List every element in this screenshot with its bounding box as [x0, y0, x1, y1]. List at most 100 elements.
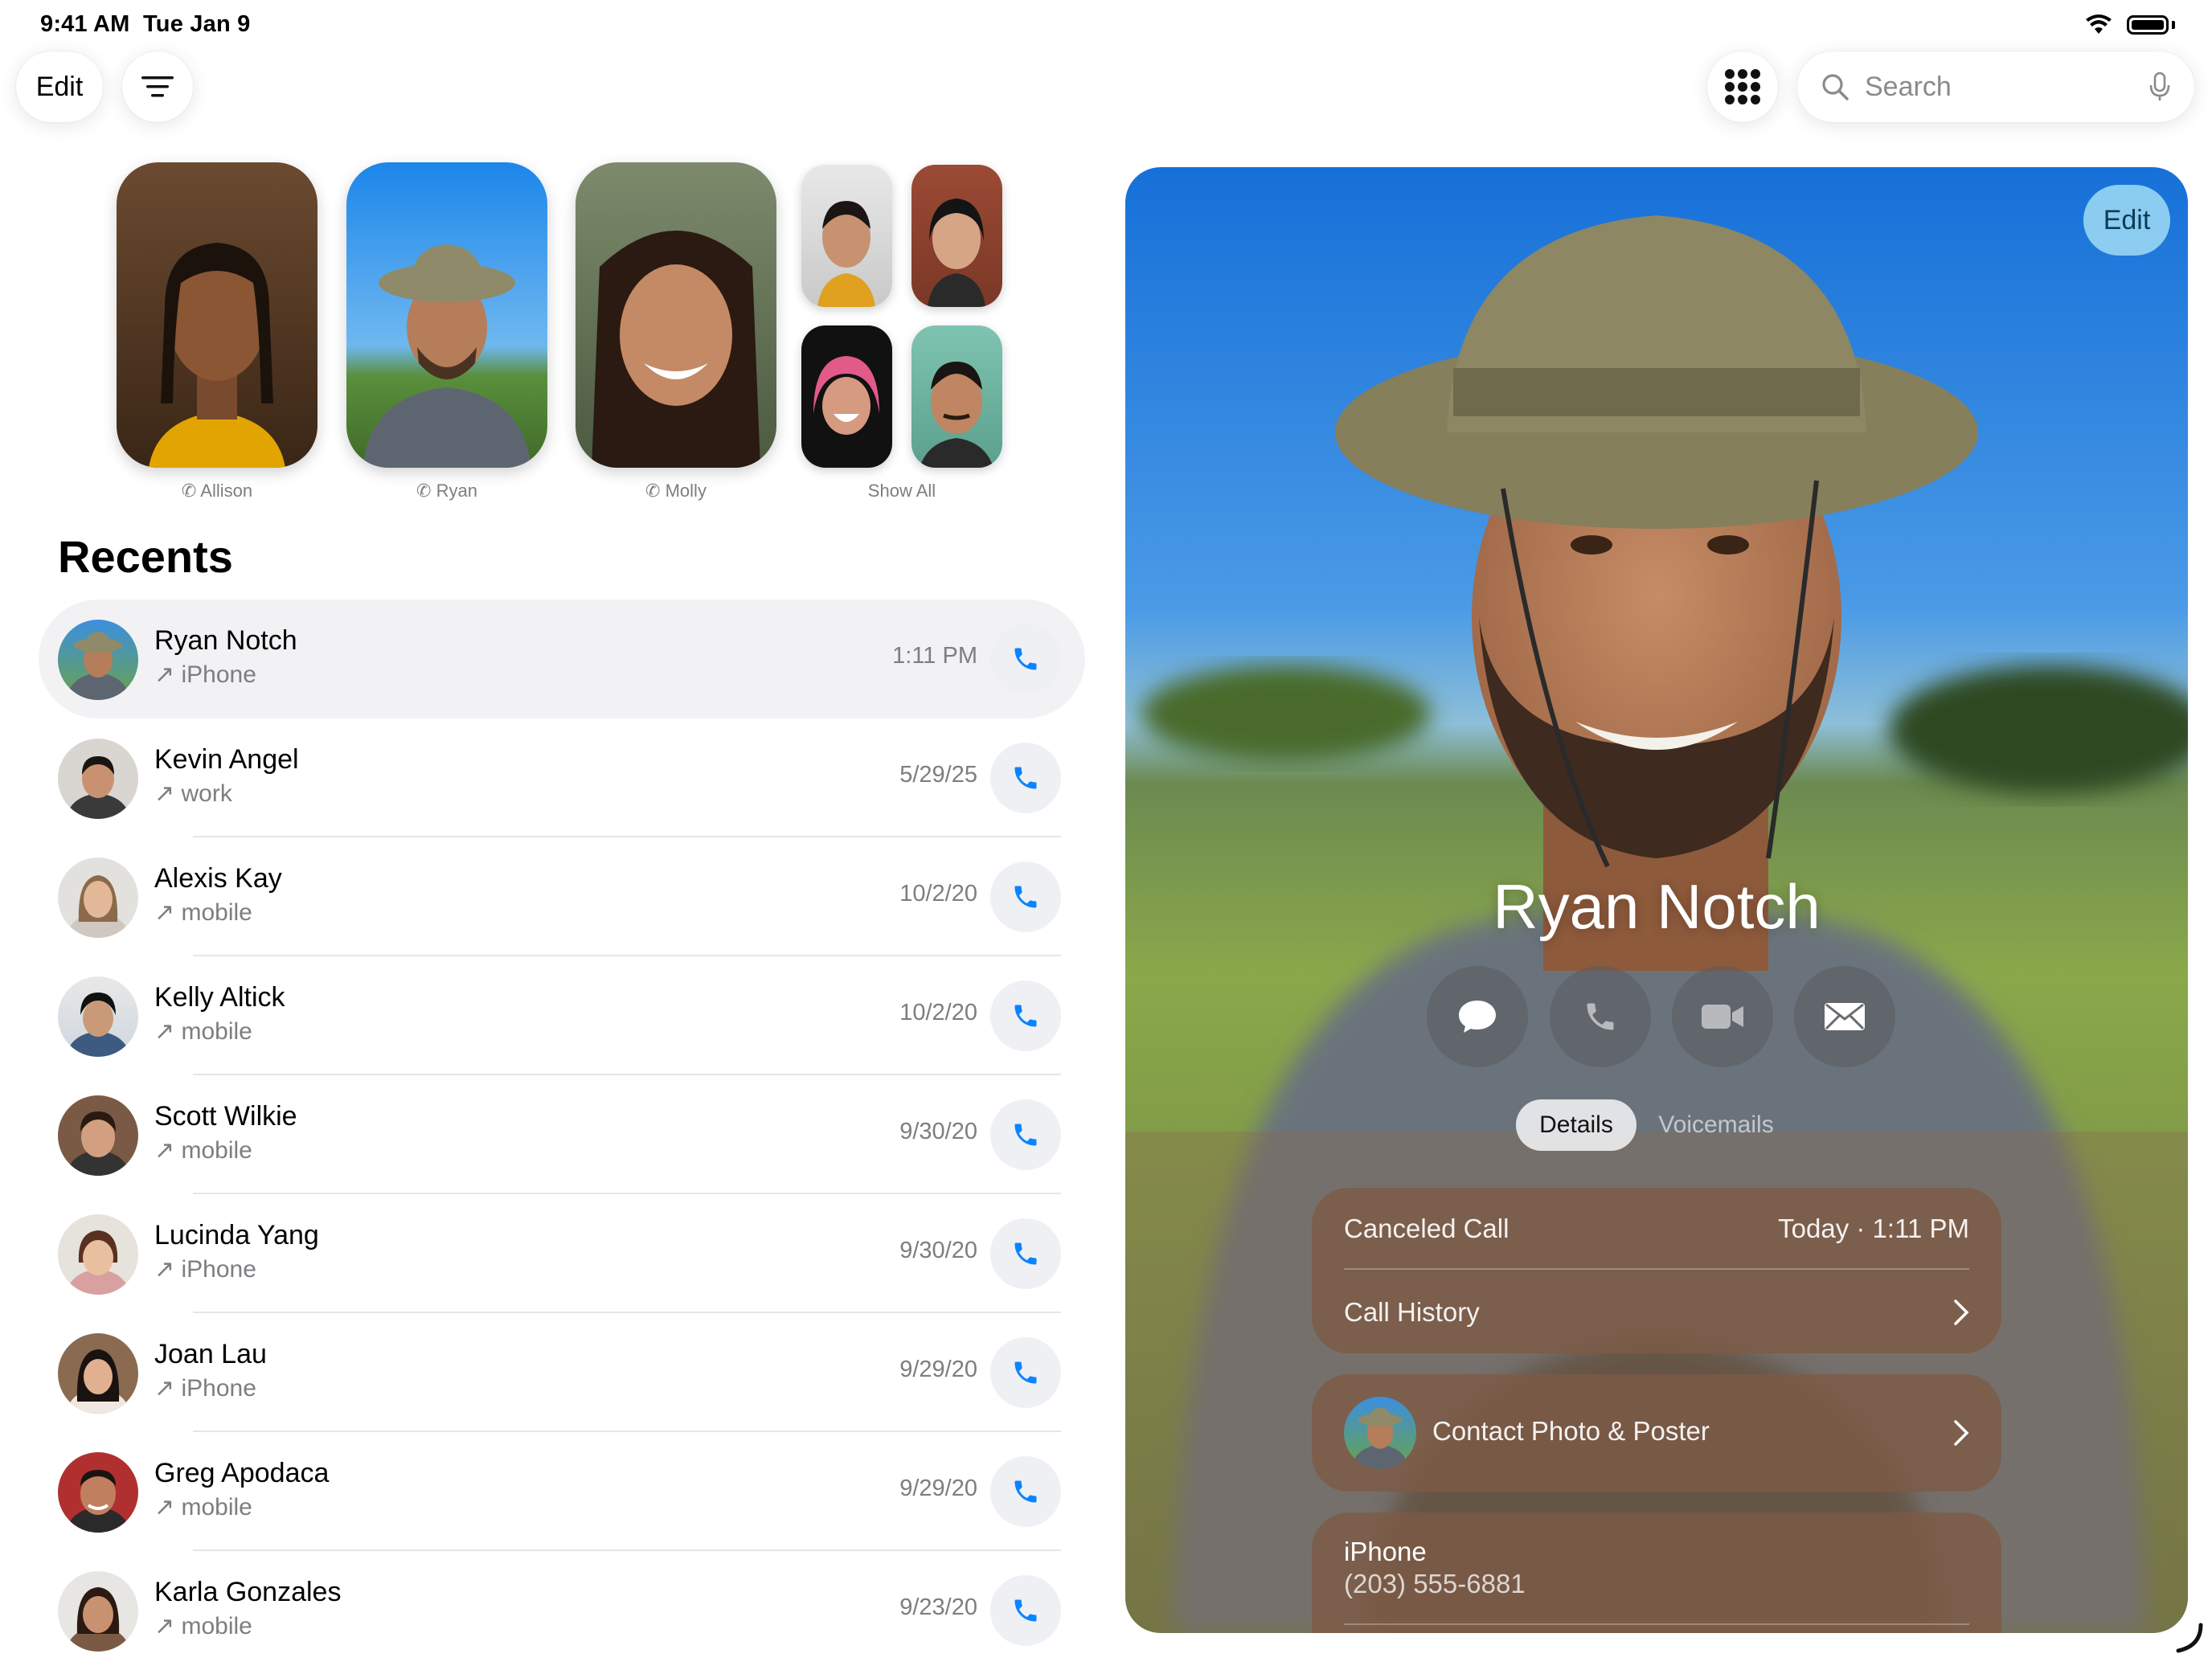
contact-poster-molly	[576, 162, 776, 468]
favorite-ryan[interactable]	[346, 162, 547, 468]
tab-details[interactable]: Details	[1516, 1099, 1636, 1151]
favorite-label-allison: ✆ Allison	[117, 481, 317, 501]
call-button[interactable]	[990, 1099, 1061, 1170]
mail-icon	[1825, 1003, 1865, 1030]
phone-icon	[1014, 886, 1037, 908]
recent-row-alexis-kay[interactable]: Alexis Kay ↗ mobile 10/2/20	[39, 837, 1085, 956]
call-button[interactable]	[990, 980, 1061, 1051]
edit-button[interactable]: Edit	[16, 51, 103, 122]
favorite-mini-2[interactable]	[911, 165, 1002, 307]
favorite-label-molly: ✆ Molly	[576, 481, 776, 501]
favorite-allison[interactable]	[117, 162, 317, 468]
card-divider	[1344, 1268, 1969, 1270]
keypad-button[interactable]	[1707, 51, 1778, 122]
recent-row-scott-wilkie[interactable]: Scott Wilkie ↗ mobile 9/30/20	[39, 1075, 1085, 1194]
voice-call-button[interactable]	[1550, 966, 1651, 1067]
contact-photo-poster-row[interactable]: Contact Photo & Poster	[1312, 1374, 2001, 1492]
filter-icon	[141, 76, 174, 97]
outgoing-arrow-icon: ↗	[154, 1137, 175, 1164]
outgoing-arrow-icon: ↗	[154, 1256, 175, 1283]
call-info-card: Canceled Call Today · 1:11 PM Call Histo…	[1312, 1188, 2001, 1353]
call-type-label: work	[181, 780, 232, 807]
contact-photo-label: Contact Photo & Poster	[1432, 1416, 1710, 1446]
mail-button[interactable]	[1794, 966, 1895, 1067]
call-button[interactable]	[990, 624, 1061, 694]
date: Tue Jan 9	[143, 11, 251, 37]
contact-poster-allison	[117, 162, 317, 468]
video-call-button[interactable]	[1672, 966, 1773, 1067]
recent-row-kevin-angel[interactable]: Kevin Angel ↗ work 5/29/25	[39, 718, 1085, 837]
contact-name: Alexis Kay	[154, 863, 282, 894]
contact-name: Scott Wilkie	[154, 1101, 297, 1132]
search-icon	[1822, 74, 1849, 100]
contact-name: Greg Apodaca	[154, 1458, 330, 1488]
call-button[interactable]	[990, 743, 1061, 813]
phone-icon	[1014, 1242, 1037, 1265]
call-type: ↗ iPhone	[154, 1374, 256, 1402]
mini-avatar-4	[920, 362, 993, 468]
recent-row-lucinda-yang[interactable]: Lucinda Yang ↗ iPhone 9/30/20	[39, 1194, 1085, 1313]
phone-number[interactable]: (203) 555-6881	[1344, 1569, 1526, 1599]
call-type-label: iPhone	[181, 661, 256, 688]
contact-edit-button[interactable]: Edit	[2083, 185, 2170, 256]
contact-detail-name: Ryan Notch	[1493, 871, 1821, 942]
outgoing-arrow-icon: ↗	[154, 780, 175, 807]
recent-row-joan-lau[interactable]: Joan Lau ↗ iPhone 9/29/20	[39, 1313, 1085, 1432]
outgoing-arrow-icon: ↗	[154, 1018, 175, 1045]
favorite-molly[interactable]	[576, 162, 776, 468]
call-time: 9/23/20	[899, 1594, 977, 1620]
contact-detail-panel: Edit Ryan Notch Details Voicemails Cance…	[1125, 167, 2188, 1633]
outgoing-arrow-icon: ↗	[154, 899, 175, 926]
recents-title: Recents	[58, 531, 233, 582]
phone-icon	[1014, 1599, 1037, 1622]
call-type-label: iPhone	[181, 1375, 256, 1402]
search-field[interactable]: Search	[1797, 51, 2194, 122]
card-divider	[1344, 1623, 1969, 1625]
recent-row-kelly-altick[interactable]: Kelly Altick ↗ mobile 10/2/20	[39, 956, 1085, 1075]
resize-handle-icon[interactable]	[2173, 1622, 2206, 1654]
avatar	[58, 739, 138, 819]
favorite-mini-3[interactable]	[801, 325, 892, 468]
call-button[interactable]	[990, 862, 1061, 932]
microphone-icon[interactable]	[2149, 72, 2170, 102]
message-button[interactable]	[1427, 966, 1528, 1067]
mini-avatar-3	[813, 356, 879, 435]
phone-icon	[1014, 1480, 1037, 1503]
show-all-link[interactable]: Show All	[801, 481, 1002, 501]
recent-row-ryan-notch[interactable]: Ryan Notch ↗ iPhone 1:11 PM	[39, 600, 1085, 718]
video-icon	[1702, 1005, 1743, 1029]
wifi-icon	[2086, 14, 2112, 34]
contact-name: Karla Gonzales	[154, 1577, 342, 1607]
call-type: ↗ mobile	[154, 898, 252, 927]
contact-name: Lucinda Yang	[154, 1220, 319, 1250]
favorite-mini-4[interactable]	[911, 325, 1002, 468]
filter-button[interactable]	[122, 51, 193, 122]
call-type: ↗ mobile	[154, 1136, 252, 1164]
call-history-link[interactable]: Call History	[1344, 1297, 1955, 1328]
avatar	[58, 620, 138, 700]
call-button[interactable]	[990, 1218, 1061, 1289]
avatar	[1344, 1397, 1416, 1469]
phone-icon	[1014, 767, 1037, 789]
call-button[interactable]	[990, 1456, 1061, 1527]
favorite-mini-1[interactable]	[801, 165, 892, 307]
call-button[interactable]	[990, 1575, 1061, 1646]
call-type: ↗ mobile	[154, 1017, 252, 1046]
contact-name: Kevin Angel	[154, 744, 299, 775]
phone-icon	[1014, 648, 1037, 670]
tab-voicemails[interactable]: Voicemails	[1656, 1099, 1776, 1151]
call-time: 9/30/20	[899, 1119, 977, 1144]
call-time: 9/30/20	[899, 1238, 977, 1263]
avatar	[58, 976, 138, 1057]
phone-number-card[interactable]: iPhone (203) 555-6881	[1312, 1512, 2001, 1633]
call-type: ↗ mobile	[154, 1612, 252, 1640]
call-type: ↗ iPhone	[154, 661, 256, 689]
recent-row-greg-apodaca[interactable]: Greg Apodaca ↗ mobile 9/29/20	[39, 1432, 1085, 1551]
call-button[interactable]	[990, 1337, 1061, 1408]
call-type-label: iPhone	[181, 1256, 256, 1283]
call-type: ↗ iPhone	[154, 1255, 256, 1283]
recent-row-karla-gonzales[interactable]: Karla Gonzales ↗ mobile 9/23/20	[39, 1551, 1085, 1670]
battery-cap	[2172, 21, 2175, 29]
phone-icon	[1014, 1124, 1037, 1146]
avatar	[58, 1214, 138, 1295]
